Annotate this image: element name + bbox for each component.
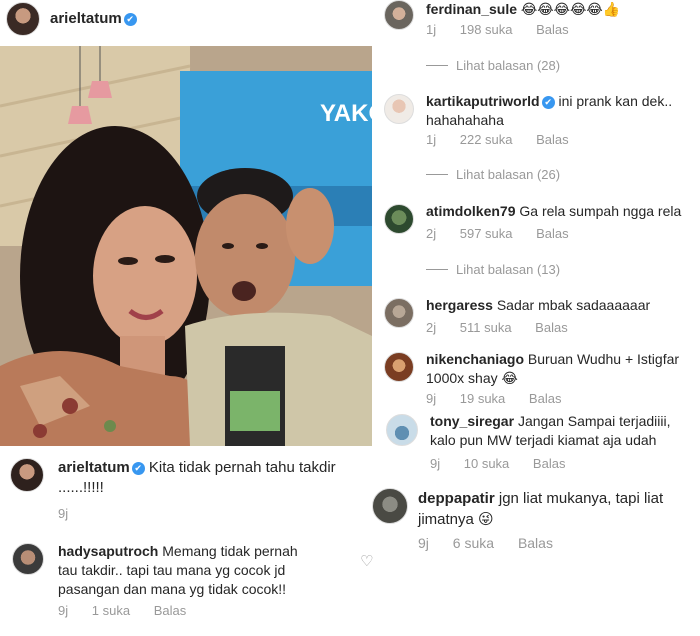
comment-meta: 1j 222 suka Balas <box>426 132 589 147</box>
verified-icon: ✔ <box>123 13 137 26</box>
reply-button[interactable]: Balas <box>536 226 569 241</box>
comment-hadysaputroch: hadysaputroch Memang tidak pernah tau ta… <box>58 542 320 599</box>
comment-text: Sadar mbak sadaaaaaar <box>496 297 651 313</box>
comment-username[interactable]: ferdinan_sule <box>426 1 517 17</box>
verified-icon: ✔ <box>131 462 145 475</box>
reply-button[interactable]: Balas <box>535 320 568 335</box>
comment-likes[interactable]: 511 suka <box>460 320 512 335</box>
comment-time: 9j <box>430 456 441 471</box>
comment-meta: 2j 511 suka Balas <box>426 320 588 335</box>
comment-meta: 2j 597 suka Balas <box>426 226 589 241</box>
comment-text: 😂😂😂😂😂👍 <box>520 1 621 17</box>
comment-likes[interactable]: 1 suka <box>92 603 130 618</box>
comment-nikenchaniago: nikenchaniago Buruan Wudhu + Istigfar 10… <box>426 350 688 388</box>
comment-time: 2j <box>426 226 437 241</box>
comment-username[interactable]: nikenchaniago <box>426 351 524 367</box>
view-replies-label: Lihat balasan (28) <box>456 58 561 73</box>
caption-time: 9j <box>58 506 69 521</box>
reply-button[interactable]: Balas <box>536 132 569 147</box>
comment-hergaress: hergaress Sadar mbak sadaaaaaar <box>426 296 688 315</box>
comment-username[interactable]: atimdolken79 <box>426 203 515 219</box>
view-replies-button[interactable]: Lihat balasan (13) <box>426 262 560 277</box>
comment-time: 9j <box>418 535 429 551</box>
comment-avatar-hergaress[interactable] <box>384 298 414 328</box>
comment-meta: 9j 6 suka Balas <box>418 535 573 551</box>
comment-meta: 9j 19 suka Balas <box>426 391 581 406</box>
reply-button[interactable]: Balas <box>529 391 562 406</box>
comment-likes[interactable]: 6 suka <box>453 535 494 551</box>
comment-avatar-ferdinan_sule[interactable] <box>384 0 414 30</box>
comment-likes[interactable]: 10 suka <box>464 456 510 471</box>
post-author-username[interactable]: arieltatum <box>50 10 122 27</box>
divider-line <box>426 65 448 66</box>
comment-tony_siregar: tony_siregar Jangan Sampai terjadiiii, k… <box>430 412 692 450</box>
comment-meta: 1j 198 suka Balas <box>426 22 589 37</box>
comment-ferdinan_sule: ferdinan_sule 😂😂😂😂😂👍 <box>426 0 688 19</box>
comment-likes[interactable]: 597 suka <box>460 226 513 241</box>
comment-time: 1j <box>426 22 437 37</box>
reply-button[interactable]: Balas <box>533 456 566 471</box>
post-photo[interactable]: YAKO <box>0 46 372 446</box>
post-photo-image: YAKO <box>0 46 372 446</box>
view-replies-label: Lihat balasan (26) <box>456 167 561 182</box>
post-caption: arieltatum ✔ Kita tidak pernah tahu takdi… <box>58 458 358 498</box>
reply-button[interactable]: Balas <box>536 22 569 37</box>
comment-time: 2j <box>426 320 437 335</box>
screen-sign: YAKO <box>320 100 372 127</box>
comment-avatar-atimdolken79[interactable] <box>384 204 414 234</box>
caption-meta: 9j <box>58 506 88 521</box>
reply-button[interactable]: Balas <box>154 603 187 618</box>
post-header: arieltatum ✔ <box>0 0 372 44</box>
comment-meta: 9j 1 suka Balas <box>58 603 206 618</box>
comment-username[interactable]: hadysaputroch <box>58 543 158 559</box>
view-replies-label: Lihat balasan (13) <box>456 262 561 277</box>
divider-line <box>426 269 448 270</box>
post-author[interactable]: arieltatum ✔ <box>50 10 137 27</box>
caption-author-avatar[interactable] <box>10 458 44 492</box>
heart-icon[interactable]: ♡ <box>360 552 373 570</box>
reply-button[interactable]: Balas <box>518 535 553 551</box>
comment-atimdolken79: atimdolken79 Ga rela sumpah ngga rela <box>426 202 688 221</box>
comment-username[interactable]: hergaress <box>426 297 493 313</box>
comment-username[interactable]: tony_siregar <box>430 413 514 429</box>
comment-kartikaputriworld: kartikaputriworld ✔ ini prank kan dek.. h… <box>426 92 688 130</box>
comment-time: 9j <box>426 391 437 406</box>
comment-text: Ga rela sumpah ngga rela <box>519 203 682 219</box>
comment-likes[interactable]: 19 suka <box>460 391 506 406</box>
post-author-avatar[interactable] <box>6 2 40 36</box>
comment-avatar-deppapatir[interactable] <box>372 488 408 524</box>
divider-line <box>426 174 448 175</box>
comment-username[interactable]: deppapatir <box>418 490 495 507</box>
comment-avatar-nikenchaniago[interactable] <box>384 352 414 382</box>
comment-time: 9j <box>58 603 69 618</box>
comment-likes[interactable]: 198 suka <box>460 22 513 37</box>
comment-deppapatir: deppapatir jgn liat mukanya, tapi liat j… <box>418 488 690 530</box>
comment-avatar-kartikaputriworld[interactable] <box>384 94 414 124</box>
comment-avatar-tony_siregar[interactable] <box>386 414 418 446</box>
comment-likes[interactable]: 222 suka <box>460 132 513 147</box>
comment-username[interactable]: kartikaputriworld <box>426 93 540 109</box>
verified-icon: ✔ <box>541 96 555 109</box>
comment-meta: 9j 10 suka Balas <box>430 456 585 471</box>
caption-author-username[interactable]: arieltatum <box>58 459 130 476</box>
comment-avatar-hadysaputroch[interactable] <box>12 543 44 575</box>
view-replies-button[interactable]: Lihat balasan (28) <box>426 58 560 73</box>
comment-time: 1j <box>426 132 437 147</box>
view-replies-button[interactable]: Lihat balasan (26) <box>426 167 560 182</box>
